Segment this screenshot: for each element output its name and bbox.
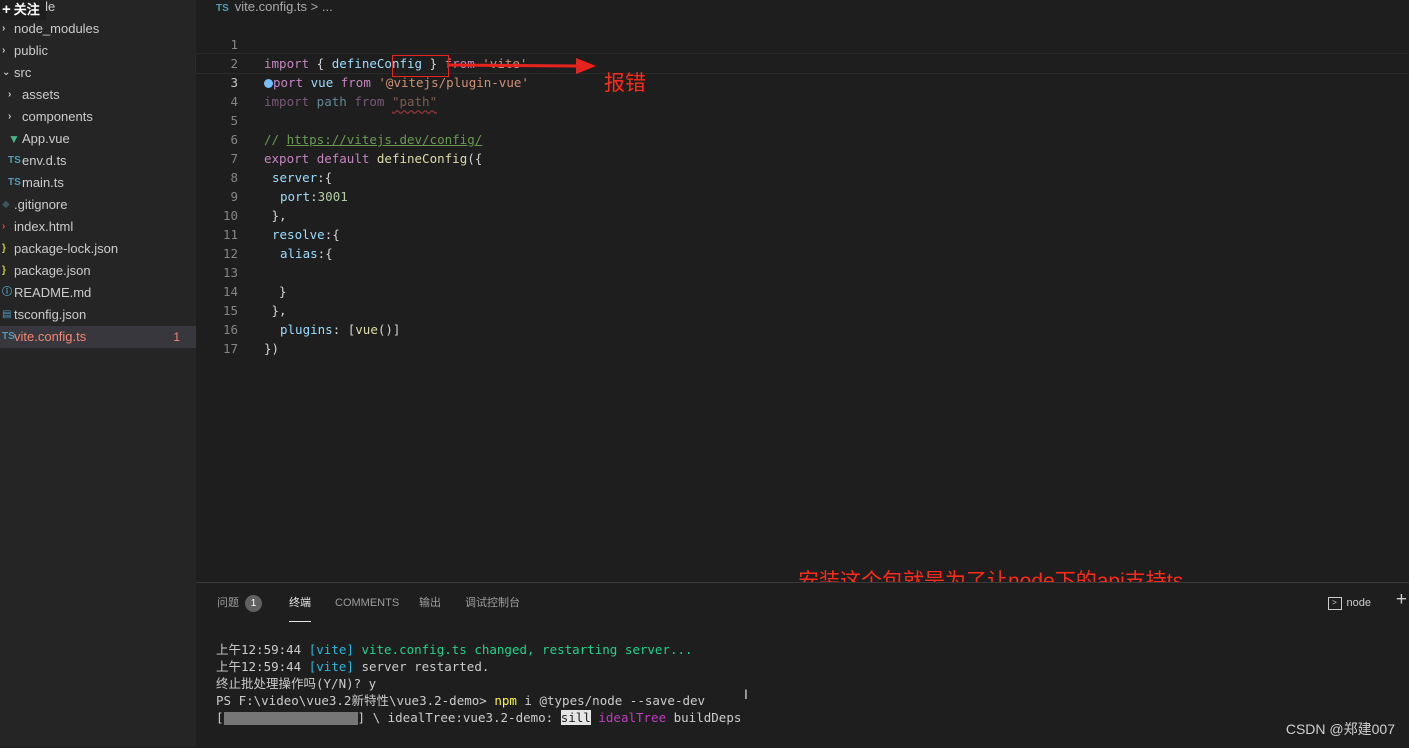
terminal-line: 上午12:59:44 [vite] server restarted. bbox=[216, 659, 490, 674]
error-annotation: 报错 bbox=[604, 72, 646, 95]
tab-output[interactable]: 输出 bbox=[419, 593, 441, 613]
follow-label: 关注 bbox=[13, 2, 40, 17]
tab-terminal[interactable]: 终端 bbox=[289, 593, 311, 622]
terminal-line: 上午12:59:44 [vite] vite.config.ts changed… bbox=[216, 642, 693, 657]
terminal-name: node bbox=[1346, 597, 1371, 609]
tab-problems[interactable]: 问题 1 bbox=[217, 593, 262, 613]
terminal-icon: > bbox=[1327, 596, 1342, 610]
bottom-panel: 问题 1 终端 COMMENTS 输出 调试控制台 > node + 上午12:59… bbox=[196, 582, 1409, 748]
terminal-output[interactable]: 上午12:59:44 [vite] vite.config.ts changed… bbox=[216, 641, 741, 726]
terminal-line: PS F:\video\vue3.2新特性\vue3.2-demo> npm i… bbox=[216, 693, 706, 708]
plus-icon: + bbox=[2, 1, 11, 18]
install-progress-bar bbox=[223, 712, 358, 725]
follow-button[interactable]: + 关注 bbox=[0, 0, 46, 20]
tab-debug-console[interactable]: 调试控制台 bbox=[465, 593, 520, 613]
new-terminal-button[interactable]: + bbox=[1396, 589, 1407, 611]
terminal-selector[interactable]: > node bbox=[1327, 595, 1371, 611]
watermark: CSDN @郑建007 bbox=[1285, 721, 1395, 737]
terminal-line: 终止批处理操作吗(Y/N)? y bbox=[216, 676, 377, 691]
text-cursor-icon: I bbox=[744, 686, 748, 702]
tab-comments[interactable]: COMMENTS bbox=[335, 593, 399, 613]
problems-badge: 1 bbox=[245, 594, 262, 612]
arrow-to-error bbox=[447, 58, 596, 74]
terminal-line: [] \ idealTree:vue3.2-demo: sill idealTr… bbox=[216, 710, 742, 725]
